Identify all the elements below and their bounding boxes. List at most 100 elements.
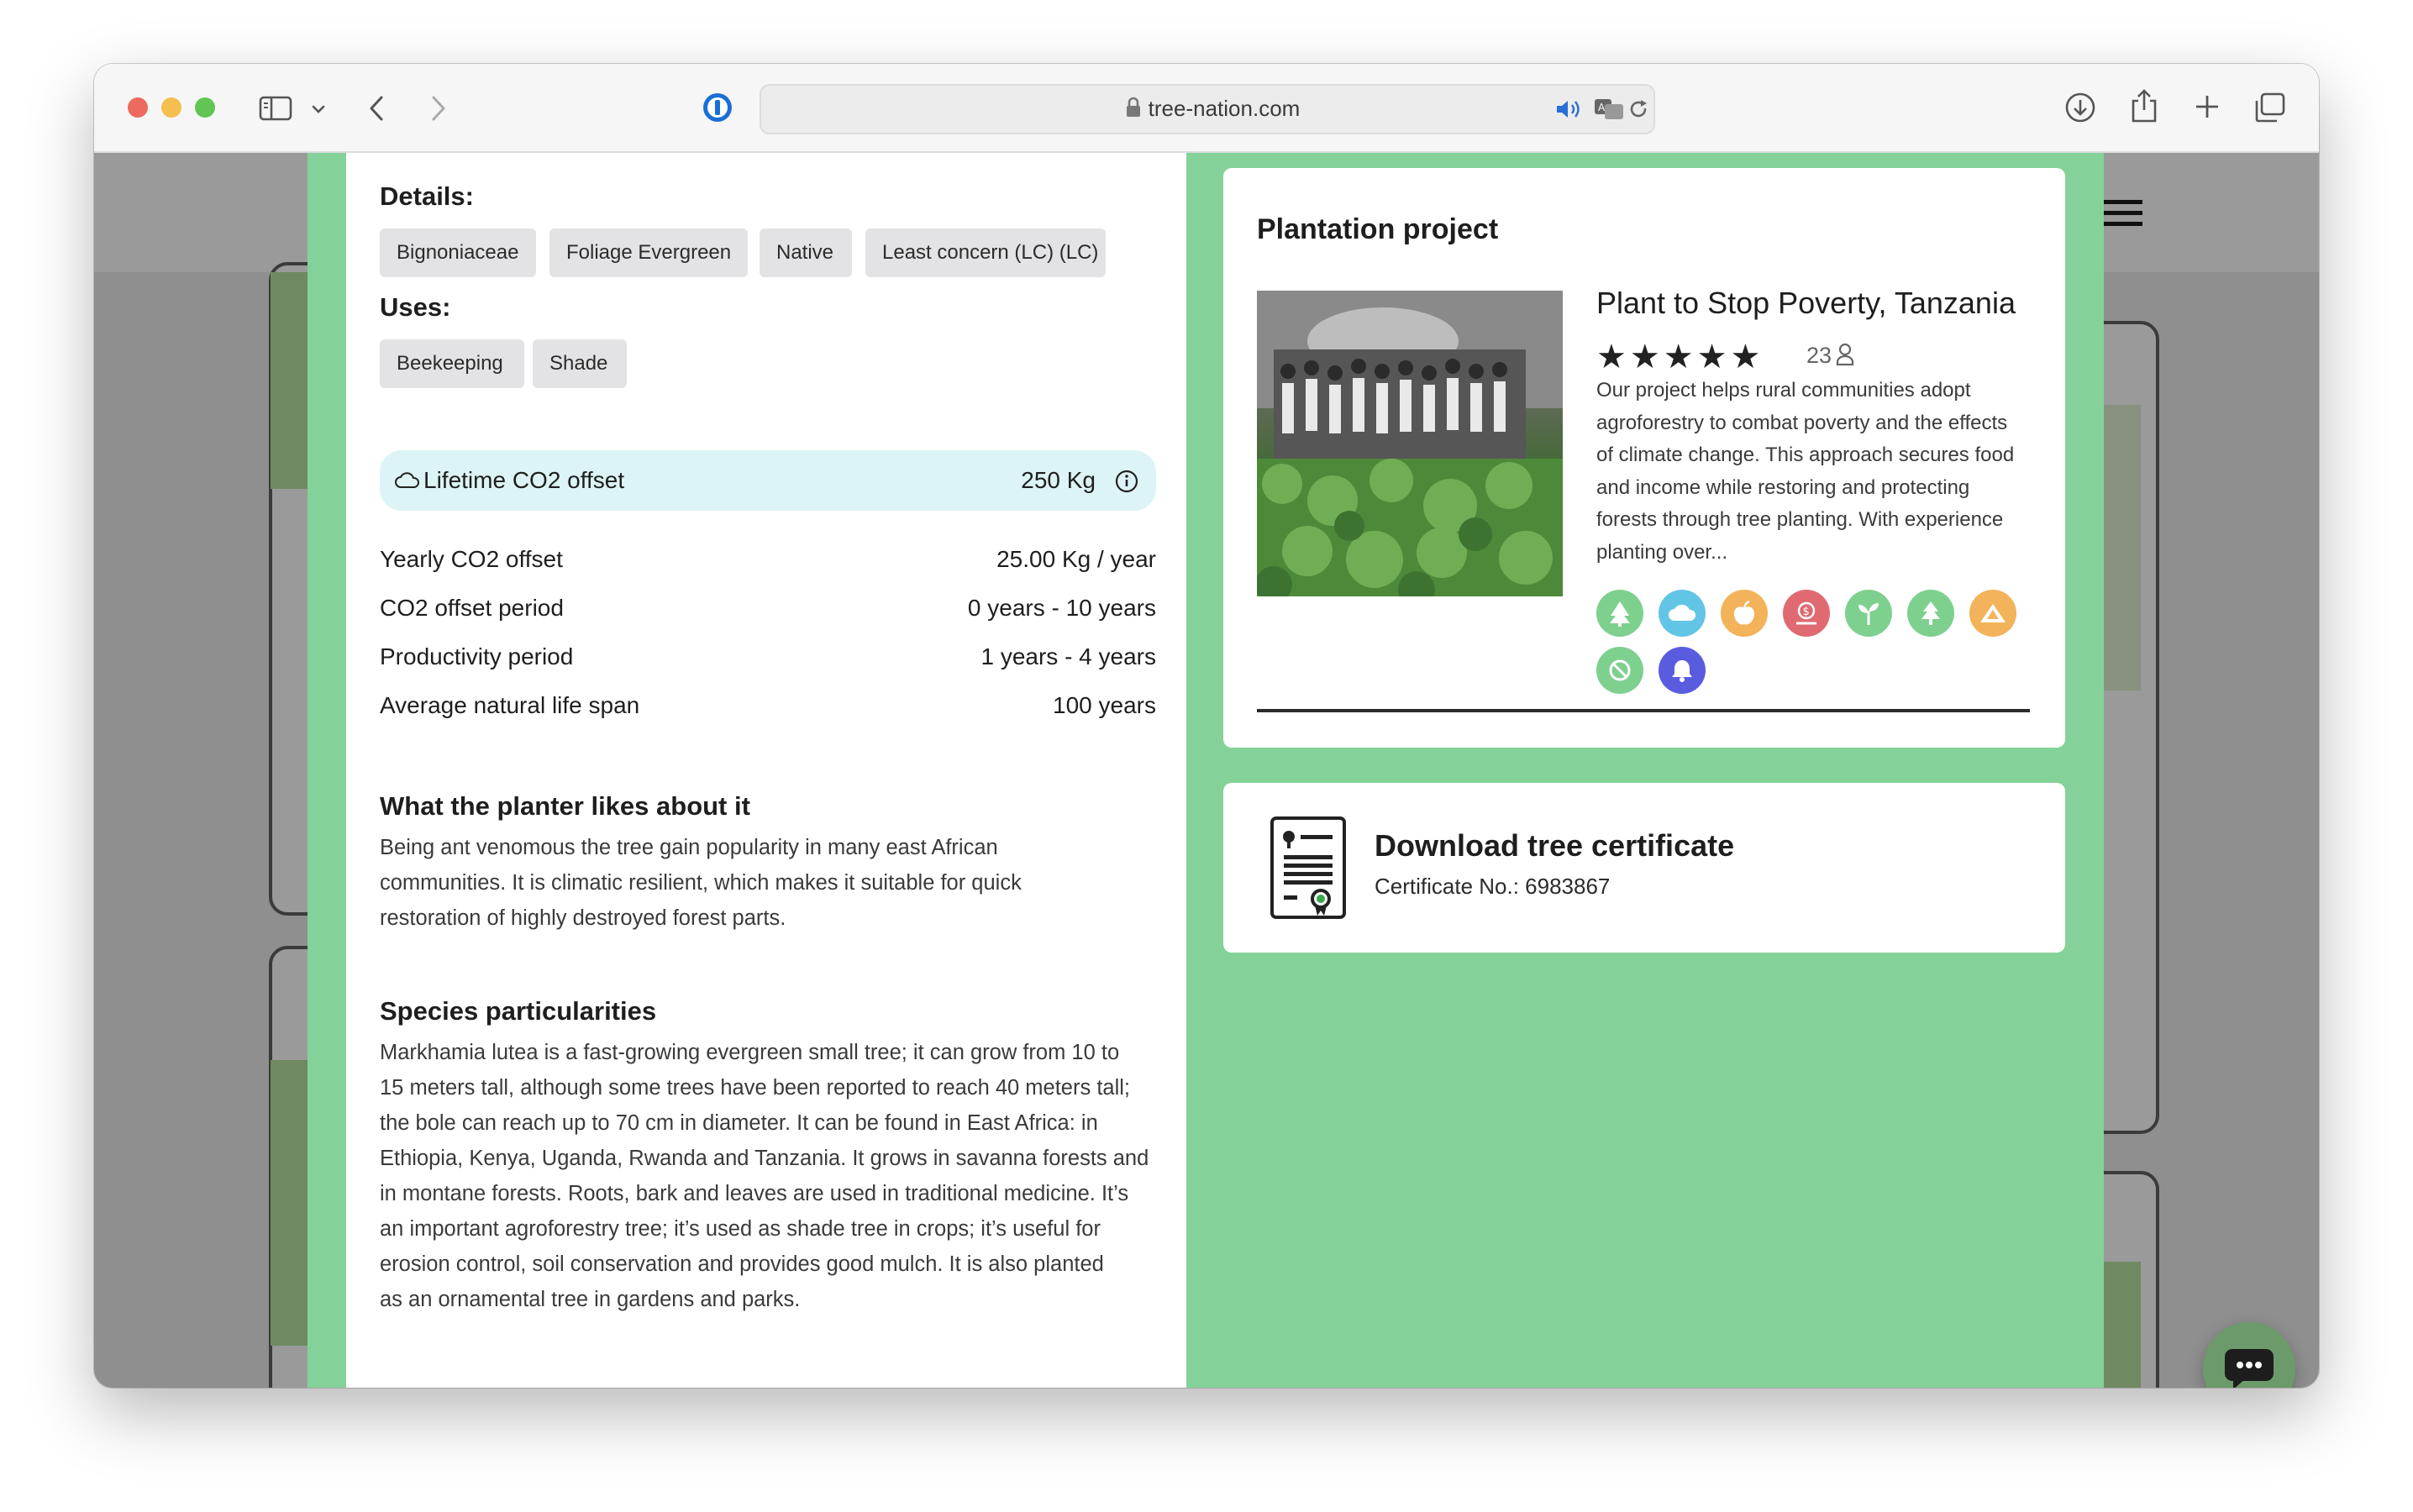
co2-row-label: Average natural life span — [380, 692, 640, 718]
review-count: 23 — [1806, 343, 1832, 368]
cloud-icon[interactable] — [1659, 590, 1706, 637]
co2-row: Average natural life span 100 years — [380, 692, 1156, 726]
co2-row-label: CO2 offset period — [380, 595, 564, 621]
close-window-button[interactable] — [128, 97, 148, 118]
project-photo[interactable] — [1257, 291, 1563, 596]
project-description-line: agroforestry to combat poverty and the e… — [1596, 411, 2008, 434]
apple-icon[interactable] — [1721, 590, 1768, 637]
new-tab-plus-icon[interactable] — [2193, 92, 2221, 121]
lifetime-co2-bar: Lifetime CO2 offset 250 Kg — [380, 450, 1156, 511]
particularities-line: in montane forests. Roots, bark and leav… — [380, 1182, 1129, 1205]
project-description-line: and income while restoring and protectin… — [1596, 475, 1970, 499]
star-icon: ★ — [1629, 339, 1664, 375]
audio-icon[interactable] — [1554, 97, 1583, 121]
certificate-icon — [1269, 815, 1348, 922]
co2-row-value: 1 years - 4 years — [980, 643, 1156, 669]
project-name[interactable]: Plant to Stop Poverty, Tanzania — [1596, 286, 2016, 321]
chat-icon — [2223, 1347, 2275, 1388]
money-icon[interactable]: $ — [1783, 590, 1830, 637]
particularities-text: Markhamia lutea is a fast-growing evergr… — [380, 1035, 1170, 1317]
uses-tag: Shade — [533, 339, 627, 388]
particularities-line: 15 meters tall, although some trees have… — [380, 1076, 1130, 1100]
maximize-window-button[interactable] — [195, 97, 215, 118]
planter-text-line: restoration of highly destroyed forest p… — [380, 906, 786, 930]
page-viewport: Details: Bignoniaceae Foliage Evergreen … — [94, 153, 2319, 1388]
co2-row: CO2 offset period 0 years - 10 years — [380, 595, 1156, 628]
lifetime-co2-label: Lifetime CO2 offset — [423, 467, 625, 493]
browser-window: tree-nation.com A Details: Bignoniaceae … — [94, 64, 2319, 1388]
ban-icon[interactable] — [1596, 647, 1643, 694]
mountain-icon[interactable] — [1969, 590, 2016, 637]
reload-icon[interactable] — [1627, 97, 1650, 121]
project-description-line: Our project helps rural communities adop… — [1596, 379, 1971, 402]
particularities-line: Markhamia lutea is a fast-growing evergr… — [380, 1041, 1120, 1064]
details-tag: Native — [760, 228, 852, 277]
browser-toolbar: tree-nation.com A — [94, 64, 2319, 153]
planter-text: Being ant venomous the tree gain popular… — [380, 830, 1161, 936]
star-icon: ★ — [1696, 339, 1731, 375]
minimize-window-button[interactable] — [161, 97, 181, 118]
sprout-icon[interactable] — [1845, 590, 1892, 637]
sidebar-toggle-icon[interactable] — [259, 96, 292, 121]
password-manager-icon[interactable] — [701, 91, 734, 124]
forward-arrow-icon[interactable] — [428, 94, 449, 123]
background-photo — [271, 1060, 308, 1346]
address-bar[interactable]: tree-nation.com A — [760, 84, 1655, 134]
share-icon[interactable] — [2129, 87, 2159, 124]
details-title: Details: — [380, 181, 474, 211]
back-arrow-icon[interactable] — [366, 94, 386, 123]
background-photo — [2104, 1262, 2141, 1388]
star-icon: ★ — [1730, 339, 1764, 375]
svg-text:$: $ — [1803, 606, 1810, 618]
details-tag: Least concern (LC) (LC) — [865, 228, 1106, 277]
bell-icon[interactable] — [1659, 647, 1706, 694]
project-description-line: of climate change. This approach secures… — [1596, 444, 2015, 466]
details-tag: Bignoniaceae — [380, 228, 536, 277]
chat-button[interactable] — [2203, 1322, 2295, 1388]
co2-row-label: Productivity period — [380, 643, 574, 669]
lifetime-co2-value: 250 Kg — [1021, 467, 1096, 493]
co2-row-value: 25.00 Kg / year — [996, 546, 1156, 572]
hamburger-menu-icon[interactable] — [2104, 198, 2142, 228]
particularities-line: Ethiopia, Kenya, Uganda, Rwanda and Tanz… — [380, 1147, 1149, 1170]
cloud-icon — [395, 472, 420, 489]
pine-tree-icon[interactable] — [1907, 590, 1954, 637]
planter-text-line: Being ant venomous the tree gain popular… — [380, 836, 998, 859]
particularities-line: erosion control, soil conservation and p… — [380, 1252, 1104, 1276]
star-rating: ★★★★★ — [1596, 338, 1764, 376]
uses-title: Uses: — [380, 292, 451, 322]
particularities-title: Species particularities — [380, 996, 657, 1026]
background-photo — [2104, 405, 2141, 690]
particularities-line: the bole can reach up to 70 cm in diamet… — [380, 1111, 1098, 1135]
planter-title: What the planter likes about it — [380, 791, 750, 821]
details-tag: Foliage Evergreen — [549, 228, 748, 277]
translate-icon[interactable]: A — [1593, 97, 1625, 121]
co2-row-value: 0 years - 10 years — [967, 595, 1156, 621]
uses-tag: Beekeeping — [380, 339, 524, 388]
co2-row: Yearly CO2 offset 25.00 Kg / year — [380, 546, 1156, 580]
download-icon[interactable] — [2063, 91, 2097, 124]
certificate-title: Download tree certificate — [1375, 828, 1735, 863]
co2-row-value: 100 years — [1053, 692, 1156, 718]
particularities-line: as an ornamental tree in gardens and par… — [380, 1288, 801, 1311]
info-icon[interactable] — [1114, 469, 1139, 494]
project-description-line: forests through tree planting. With expe… — [1596, 508, 2004, 531]
co2-row-label: Yearly CO2 offset — [380, 546, 563, 572]
project-description-line: planting over... — [1596, 540, 1728, 564]
tab-overview-icon[interactable] — [2253, 91, 2287, 124]
co2-row: Productivity period 1 years - 4 years — [380, 643, 1156, 677]
tree-icon[interactable] — [1596, 590, 1643, 637]
certificate-number: Certificate No.: 6983867 — [1375, 874, 1611, 899]
background-photo — [271, 272, 308, 489]
particularities-line: an important agroforestry tree; it’s use… — [380, 1217, 1101, 1241]
download-certificate-card[interactable]: Download tree certificate Certificate No… — [1223, 783, 2065, 953]
chevron-down-icon[interactable] — [311, 104, 326, 114]
planter-text-line: communities. It is climatic resilient, w… — [380, 871, 1022, 895]
url-text: tree-nation.com — [1148, 96, 1301, 121]
person-icon — [1835, 343, 1855, 366]
project-card-divider — [1257, 709, 2030, 712]
star-icon: ★ — [1596, 339, 1630, 375]
svg-text:A: A — [1598, 102, 1606, 113]
plantation-project-title: Plantation project — [1257, 213, 1499, 245]
project-description: Our project helps rural communities adop… — [1596, 375, 2042, 569]
